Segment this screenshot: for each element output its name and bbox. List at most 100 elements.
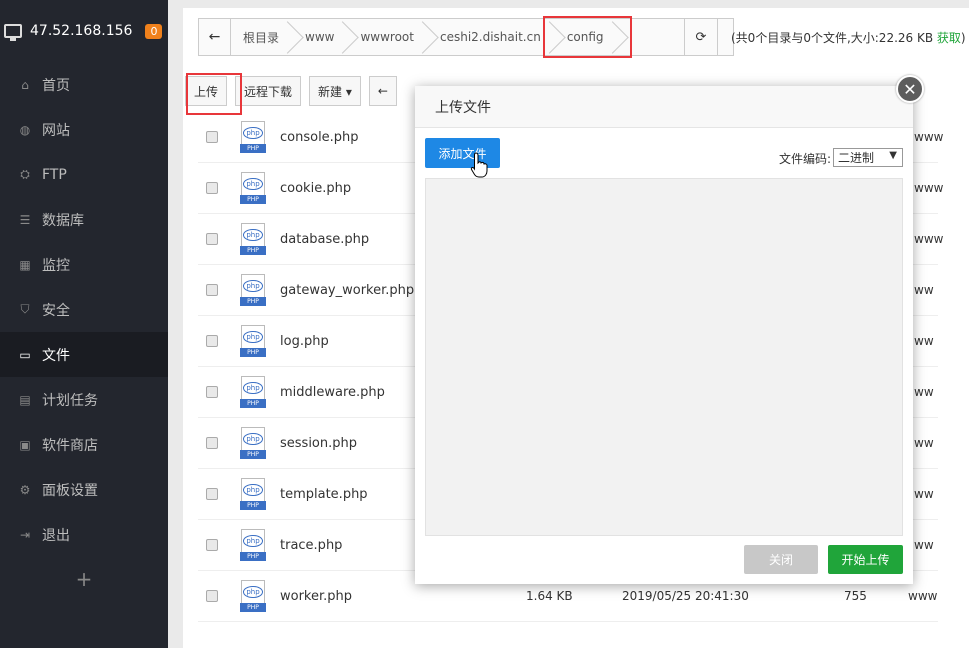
crumb-wwwroot[interactable]: wwwroot <box>348 19 428 55</box>
file-owner: ww <box>914 436 934 450</box>
sidebar-item-7[interactable]: ▤ 计划任务 <box>0 377 168 422</box>
highlight-upload <box>186 73 242 115</box>
apps-icon: ▣ <box>19 437 31 452</box>
row-checkbox[interactable] <box>206 539 218 551</box>
php-file-icon: php PHP <box>240 121 266 153</box>
php-file-icon: php PHP <box>240 376 266 408</box>
php-tag: PHP <box>240 399 266 408</box>
row-checkbox[interactable] <box>206 335 218 347</box>
start-upload-button[interactable]: 开始上传 <box>828 545 903 574</box>
php-tag: PHP <box>240 552 266 561</box>
row-checkbox[interactable] <box>206 284 218 296</box>
globe-icon: ◍ <box>19 122 31 137</box>
php-file-icon: php PHP <box>240 478 266 510</box>
sidebar-item-label: FTP <box>42 166 67 183</box>
toolbar-back-icon[interactable]: ← <box>368 76 397 106</box>
php-tag: PHP <box>240 297 266 306</box>
file-date: 2019/05/25 20:41:30 <box>622 589 749 603</box>
sidebar-item-8[interactable]: ▣ 软件商店 <box>0 422 168 467</box>
sidebar-item-9[interactable]: ⚙ 面板设置 <box>0 467 168 512</box>
dialog-title: 上传文件 <box>415 86 913 128</box>
row-checkbox[interactable] <box>206 488 218 500</box>
php-page: php <box>241 580 265 604</box>
sidebar-item-3[interactable]: ☰ 数据库 <box>0 197 168 242</box>
sidebar: 47.52.168.156 0 ⌂ 首页 ◍ 网站 ⛭ FTP ☰ 数据库 ▦ 监控 ⛉ 安全 ▭ 文件 ▤… <box>0 0 168 648</box>
row-checkbox[interactable] <box>206 131 218 143</box>
calendar-icon: ▤ <box>19 392 31 407</box>
php-file-icon: php PHP <box>240 529 266 561</box>
php-tag: PHP <box>240 144 266 153</box>
server-ip: 47.52.168.156 <box>30 23 133 39</box>
monitor-icon <box>4 24 22 41</box>
file-owner: ww <box>914 283 934 297</box>
hand-cursor-icon <box>470 152 488 178</box>
sidebar-item-label: 计划任务 <box>42 392 98 409</box>
file-permission[interactable]: 755 <box>844 589 908 603</box>
row-checkbox[interactable] <box>206 590 218 602</box>
back-arrow-icon[interactable]: ← <box>199 19 231 55</box>
php-badge: php <box>243 382 263 394</box>
file-name[interactable]: worker.php <box>280 589 526 604</box>
php-badge: php <box>243 178 263 190</box>
sidebar-item-label: 安全 <box>42 302 70 319</box>
php-tag: PHP <box>240 348 266 357</box>
home-icon: ⌂ <box>21 77 29 92</box>
sidebar-item-0[interactable]: ⌂ 首页 <box>0 62 168 107</box>
close-button[interactable]: 关闭 <box>744 545 818 574</box>
sidebar-item-5[interactable]: ⛉ 安全 <box>0 287 168 332</box>
server-header[interactable]: 47.52.168.156 0 <box>0 0 168 62</box>
file-drop-area[interactable] <box>425 178 903 536</box>
php-page: php <box>241 427 265 451</box>
highlight-config <box>543 16 632 58</box>
file-owner: www <box>908 589 938 603</box>
php-badge: php <box>243 484 263 496</box>
notification-badge[interactable]: 0 <box>145 23 163 39</box>
php-file-icon: php PHP <box>240 274 266 306</box>
php-tag: PHP <box>240 501 266 510</box>
php-badge: php <box>243 433 263 445</box>
php-badge: php <box>243 331 263 343</box>
file-owner: ww <box>914 538 934 552</box>
crumb-root[interactable]: 根目录 <box>231 19 293 55</box>
row-checkbox[interactable] <box>206 233 218 245</box>
php-badge: php <box>243 586 263 598</box>
row-checkbox[interactable] <box>206 182 218 194</box>
file-owner: www <box>914 181 944 195</box>
crumb-site[interactable]: ceshi2.dishait.cn <box>428 19 555 55</box>
crumb-www[interactable]: www <box>293 19 348 55</box>
fetch-link[interactable]: 获取 <box>937 31 961 45</box>
file-owner: ww <box>914 385 934 399</box>
shield-icon: ⛉ <box>20 302 30 316</box>
sidebar-item-2[interactable]: ⛭ FTP <box>0 152 168 197</box>
sidebar-item-1[interactable]: ◍ 网站 <box>0 107 168 152</box>
sidebar-item-label: 首页 <box>42 77 70 94</box>
stats-close: ) <box>960 31 966 45</box>
new-dropdown-button[interactable]: 新建 ▾ <box>309 76 361 106</box>
encoding-value: 二进制 <box>838 151 875 165</box>
sidebar-item-4[interactable]: ▦ 监控 <box>0 242 168 287</box>
php-page: php <box>241 529 265 553</box>
dir-stats: (共0个目录与0个文件,大小:22.26 KB 获取) <box>731 29 966 46</box>
sidebar-item-6[interactable]: ▭ 文件 <box>0 332 168 377</box>
row-checkbox[interactable] <box>206 386 218 398</box>
sidebar-item-10[interactable]: ⇥ 退出 <box>0 512 168 557</box>
sidebar-item-label: 数据库 <box>42 212 84 229</box>
stats-text: (共0个目录与0个文件,大小:22.26 KB <box>731 31 937 45</box>
add-file-button[interactable]: 添加文件 <box>425 138 500 168</box>
php-page: php <box>241 274 265 298</box>
top-strip <box>168 0 969 8</box>
file-owner: ww <box>914 487 934 501</box>
php-tag: PHP <box>240 246 266 255</box>
sidebar-item-label: 监控 <box>42 257 70 274</box>
remote-download-button[interactable]: 远程下载 <box>235 76 302 106</box>
row-checkbox[interactable] <box>206 437 218 449</box>
add-icon[interactable]: + <box>0 559 168 599</box>
folder-icon: ▭ <box>19 347 31 362</box>
php-page: php <box>241 325 265 349</box>
php-file-icon: php PHP <box>240 223 266 255</box>
close-icon[interactable]: ✕ <box>896 75 924 103</box>
encoding-select[interactable]: 二进制 ▼ <box>833 148 903 167</box>
php-tag: PHP <box>240 603 266 612</box>
sidebar-item-label: 面板设置 <box>42 482 98 499</box>
refresh-icon[interactable]: ⟳ <box>684 18 718 56</box>
